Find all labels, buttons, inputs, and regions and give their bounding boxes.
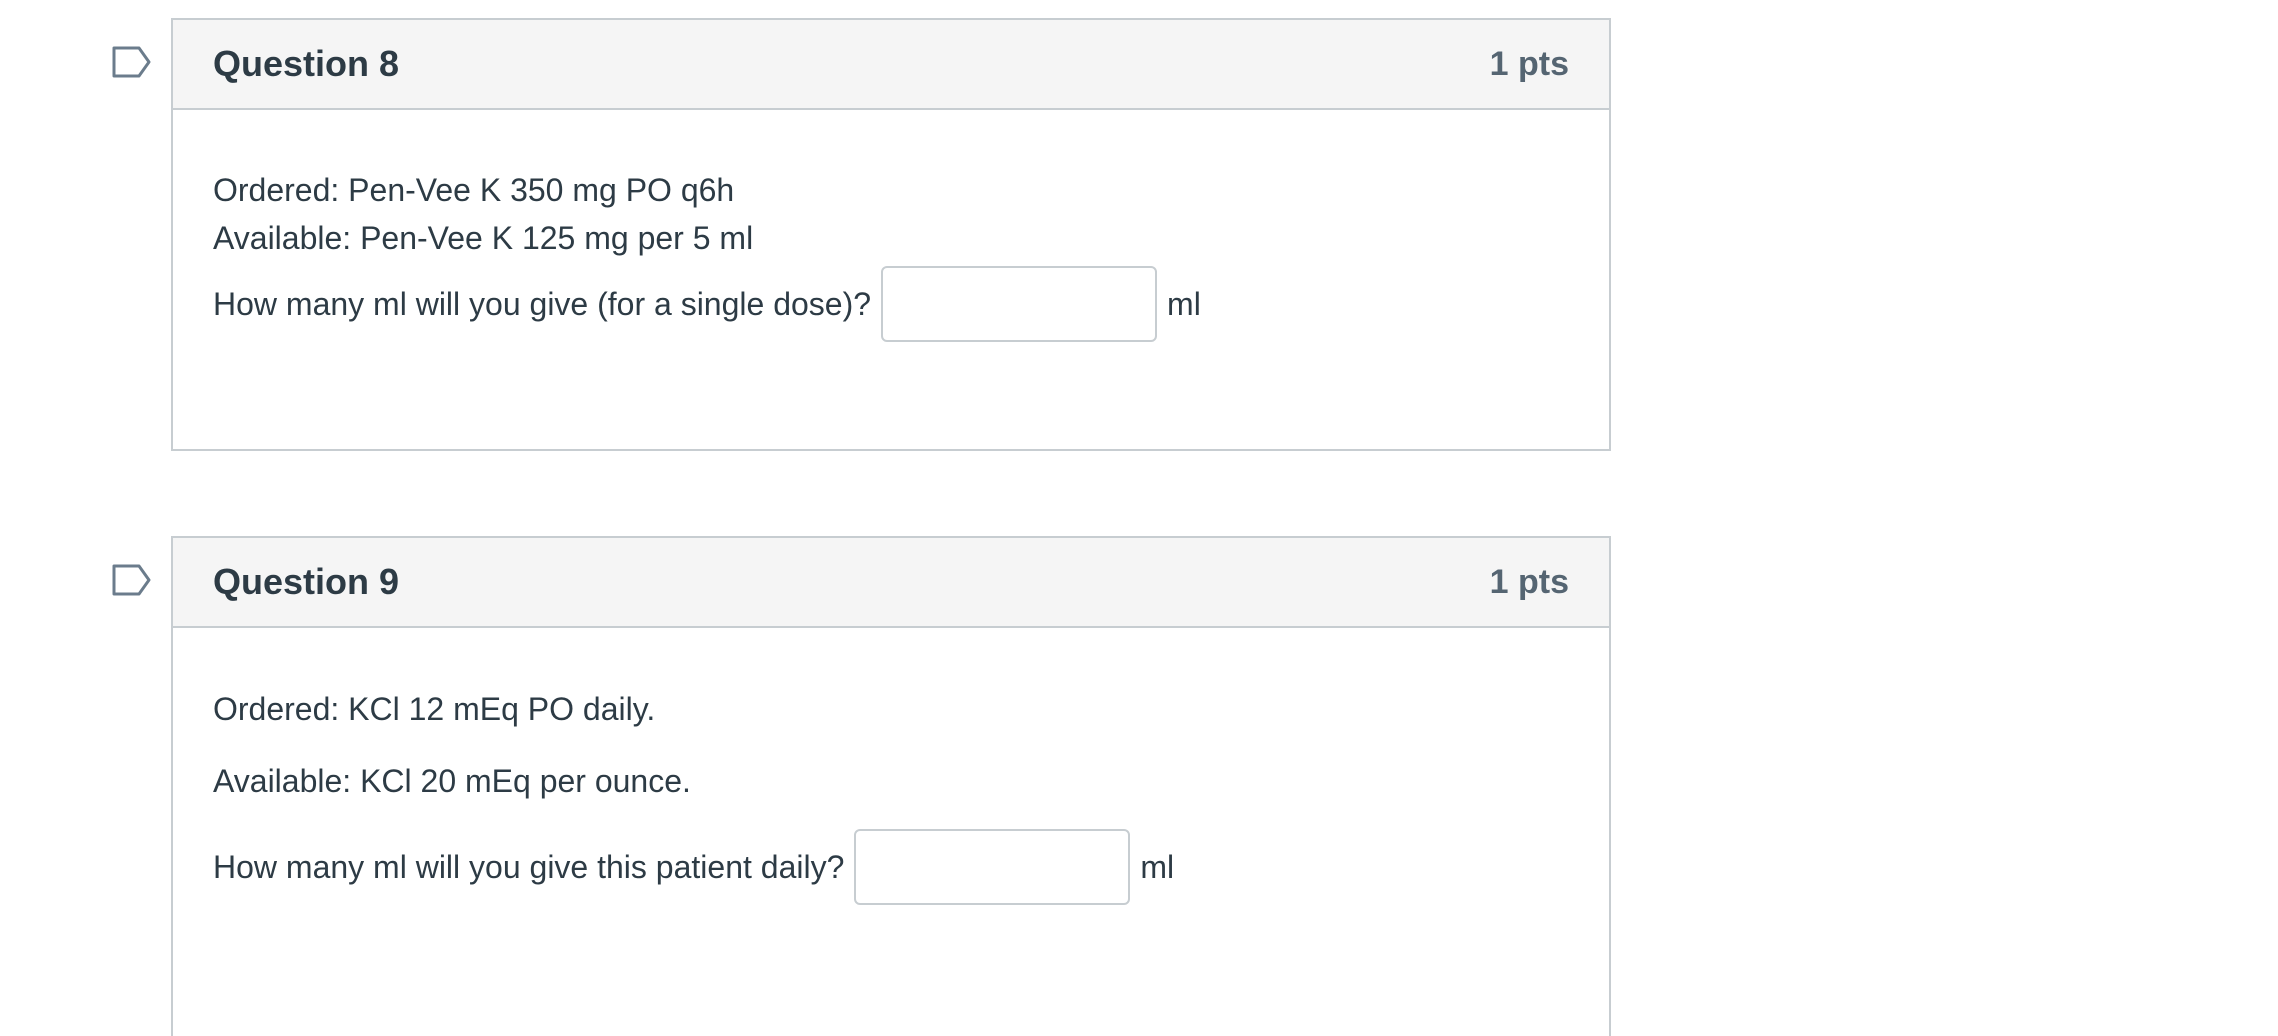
question-card: Question 8 1 pts Ordered: Pen-Vee K 350 … [171,18,1611,451]
answer-input[interactable] [854,829,1131,905]
answer-row: How many ml will you give (for a single … [213,266,1201,342]
question-header: Question 9 1 pts [173,538,1609,628]
question-card: Question 9 1 pts Ordered: KCl 12 mEq PO … [171,536,1611,1036]
flag-icon[interactable] [111,45,153,79]
answer-unit: ml [1167,285,1201,322]
flag-icon[interactable] [111,563,153,597]
question-prompt: How many ml will you give (for a single … [213,285,872,322]
question-text-ordered: Ordered: Pen-Vee K 350 mg PO q6h [213,172,735,208]
question-text-available: Available: Pen-Vee K 125 mg per 5 ml [213,220,754,256]
answer-row: How many ml will you give this patient d… [213,829,1174,905]
question-points: 1 pts [1489,45,1569,83]
question-title: Question 8 [213,43,400,84]
question-header: Question 8 1 pts [173,20,1609,110]
question-text-ordered: Ordered: KCl 12 mEq PO daily. [213,691,656,727]
answer-unit: ml [1140,848,1175,885]
answer-input[interactable] [881,266,1158,342]
question-points: 1 pts [1489,563,1569,601]
question-text-available: Available: KCl 20 mEq per ounce. [213,763,691,799]
question-prompt: How many ml will you give this patient d… [213,848,845,885]
question-title: Question 9 [213,561,400,602]
